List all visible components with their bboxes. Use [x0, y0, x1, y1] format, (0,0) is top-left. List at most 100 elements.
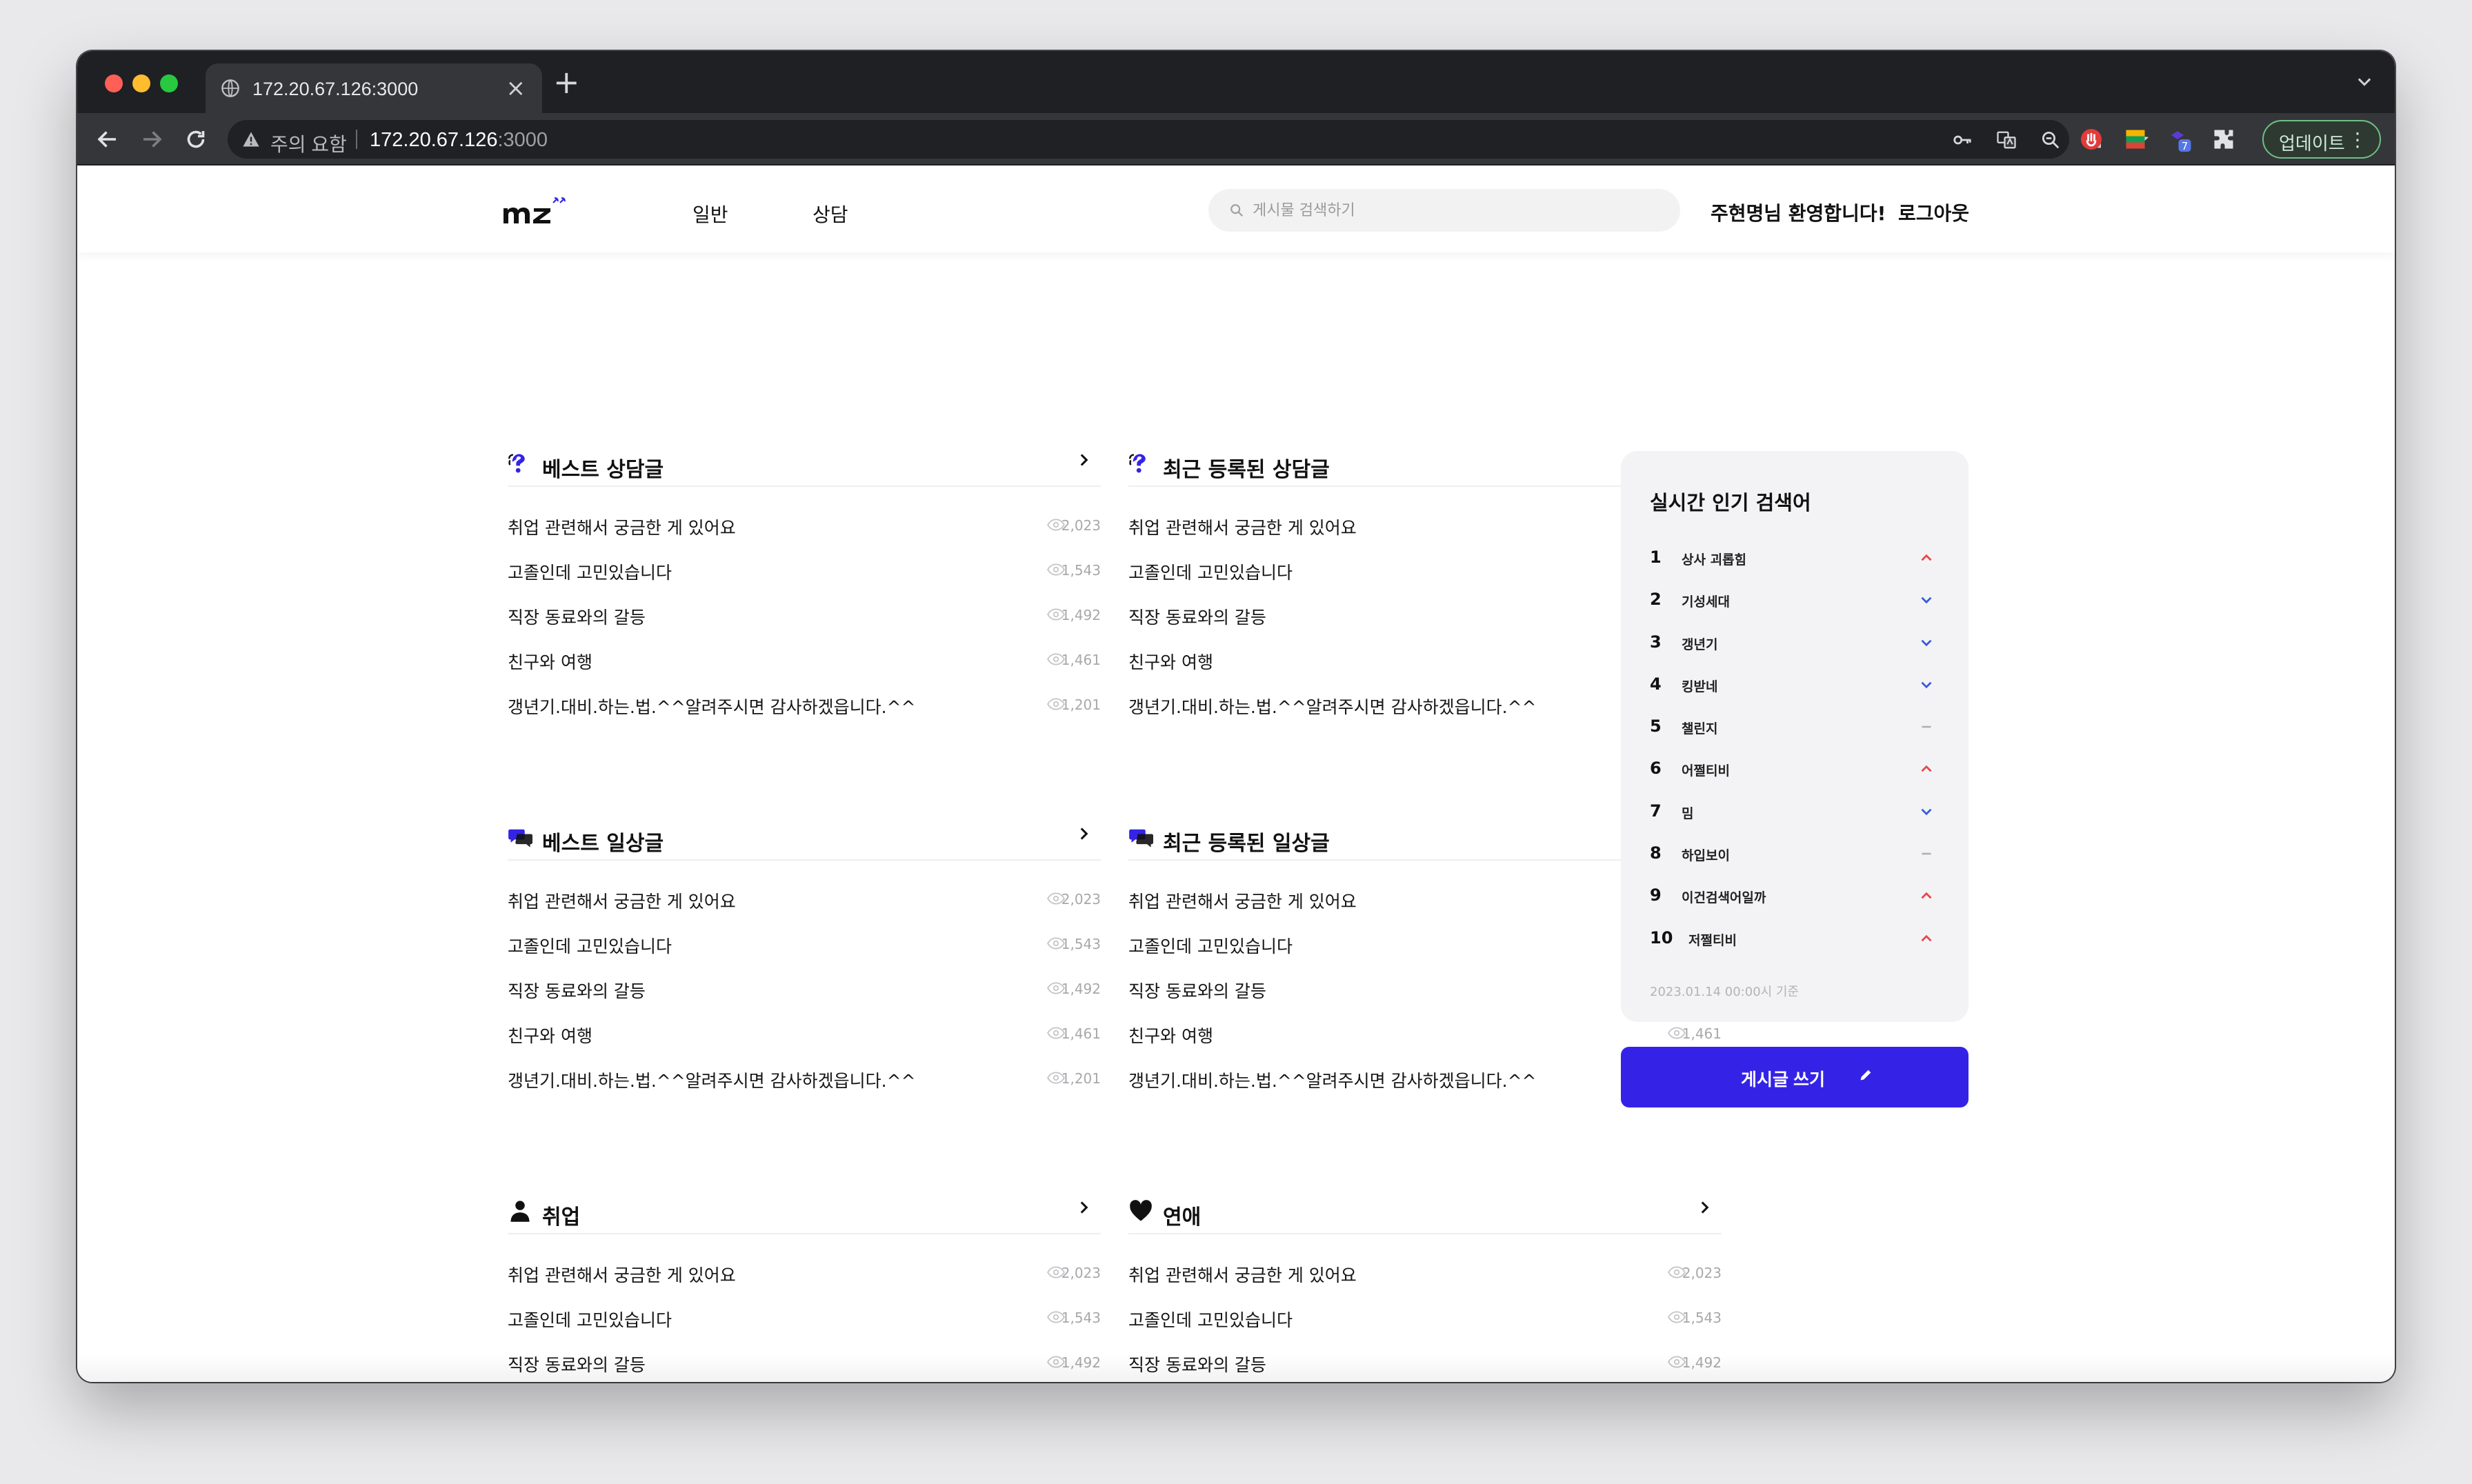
- post-item[interactable]: 취업 관련해서 궁금한 게 있어요 2,023: [508, 512, 1101, 556]
- mz-logo[interactable]: [501, 192, 570, 230]
- post-item[interactable]: 친구와 여행 1,461: [508, 646, 1101, 691]
- post-title[interactable]: 친구와 여행: [508, 649, 592, 674]
- post-item[interactable]: 고졸인데 고민있습니다 1,543: [508, 1304, 1101, 1349]
- reload-icon[interactable]: [183, 127, 208, 152]
- post-title[interactable]: 고졸인데 고민있습니다: [1128, 559, 1293, 584]
- trending-term[interactable]: 챌린지: [1682, 719, 1717, 737]
- translate-icon[interactable]: [1996, 130, 2017, 150]
- trending-term[interactable]: 이건검색어일까: [1682, 888, 1766, 906]
- trending-term[interactable]: 밈: [1682, 803, 1693, 822]
- update-button[interactable]: 업데이트 ⋮: [2262, 120, 2381, 159]
- chevron-right-icon[interactable]: [1075, 451, 1093, 469]
- zoom-icon[interactable]: [2040, 130, 2061, 150]
- address-bar[interactable]: 주의 요함 172.20.67.126:3000: [228, 120, 2149, 159]
- post-title[interactable]: 직장 동료와의 갈등: [508, 604, 646, 629]
- post-item[interactable]: 취업 관련해서 궁금한 게 있어요 2,023: [508, 885, 1101, 930]
- trending-term[interactable]: 저쩔티비: [1688, 930, 1737, 949]
- post-title[interactable]: 갱년기.대비.하는.법.^^알려주시면 감사하겠읍니다.^^: [1128, 694, 1536, 719]
- board-header[interactable]: 베스트 상담글: [508, 445, 1101, 487]
- trending-term[interactable]: 하입보이: [1682, 845, 1730, 864]
- post-item[interactable]: 직장 동료와의 갈등 1,492: [508, 601, 1101, 646]
- trending-item[interactable]: 5 챌린지: [1650, 707, 1942, 749]
- view-count: 1,492: [1061, 981, 1101, 997]
- divider: [356, 130, 357, 149]
- extensions-icon[interactable]: [2211, 127, 2236, 152]
- shield-extension-icon[interactable]: [2079, 127, 2104, 152]
- logout-link[interactable]: 로그아웃: [1898, 199, 1969, 226]
- trending-item[interactable]: 6 어쩔티비: [1650, 749, 1942, 791]
- search-input[interactable]: [1253, 199, 1659, 222]
- post-item[interactable]: 취업 관련해서 궁금한 게 있어요 2,023: [1128, 1259, 1722, 1304]
- post-title[interactable]: 친구와 여행: [1128, 1023, 1213, 1047]
- post-title[interactable]: 갱년기.대비.하는.법.^^알려주시면 감사하겠읍니다.^^: [1128, 1067, 1536, 1092]
- post-title[interactable]: 고졸인데 고민있습니다: [1128, 933, 1293, 958]
- trending-term[interactable]: 기성세대: [1682, 592, 1730, 610]
- trending-item[interactable]: 2 기성세대: [1650, 580, 1942, 622]
- post-title[interactable]: 직장 동료와의 갈등: [1128, 978, 1266, 1003]
- post-item[interactable]: 고졸인데 고민있습니다 1,543: [1128, 1304, 1722, 1349]
- post-title[interactable]: 취업 관련해서 궁금한 게 있어요: [1128, 888, 1357, 913]
- colorful-extension-icon[interactable]: [2123, 127, 2148, 152]
- chevron-down-icon[interactable]: [2355, 72, 2374, 91]
- trending-item[interactable]: 4 킹받네: [1650, 665, 1942, 707]
- trending-term[interactable]: 킹받네: [1682, 676, 1717, 695]
- post-title[interactable]: 고졸인데 고민있습니다: [1128, 1307, 1293, 1332]
- trending-term[interactable]: 어쩔티비: [1682, 761, 1730, 779]
- post-title[interactable]: 고졸인데 고민있습니다: [508, 1307, 672, 1332]
- post-list: 취업 관련해서 궁금한 게 있어요 2,023 고졸인데 고민있습니다 1,543 직장…: [508, 512, 1101, 736]
- key-icon[interactable]: [1952, 130, 1973, 150]
- post-title[interactable]: 취업 관련해서 궁금한 게 있어요: [508, 1262, 736, 1287]
- search-box[interactable]: [1208, 189, 1680, 232]
- post-item[interactable]: 고졸인데 고민있습니다 1,543: [508, 930, 1101, 975]
- trending-term[interactable]: 상사 괴롭힘: [1682, 550, 1746, 568]
- post-item[interactable]: 고졸인데 고민있습니다 1,543: [508, 556, 1101, 601]
- board-header[interactable]: 연애: [1128, 1193, 1722, 1234]
- nav-general[interactable]: 일반: [692, 200, 728, 228]
- security-warning[interactable]: 주의 요함: [270, 130, 347, 157]
- post-item[interactable]: 친구와 여행 1,461: [508, 1020, 1101, 1065]
- badge-extension-icon[interactable]: 7: [2167, 127, 2192, 152]
- trending-term[interactable]: 갱년기: [1682, 634, 1717, 653]
- trending-item[interactable]: 7밈: [1650, 792, 1942, 834]
- post-title[interactable]: 직장 동료와의 갈등: [508, 978, 646, 1003]
- new-tab-button[interactable]: +: [553, 66, 580, 98]
- post-item[interactable]: 취업 관련해서 궁금한 게 있어요 2,023: [508, 1259, 1101, 1304]
- post-title[interactable]: 직장 동료와의 갈등: [1128, 604, 1266, 629]
- browser-tab[interactable]: 172.20.67.126:3000 ×: [206, 63, 542, 113]
- maximize-window-button[interactable]: [160, 74, 178, 92]
- chevron-right-icon[interactable]: [1695, 1199, 1713, 1216]
- url-text[interactable]: 172.20.67.126:3000: [370, 129, 548, 152]
- write-post-button[interactable]: 게시글 쓰기: [1621, 1047, 1968, 1107]
- chat-icon: [1129, 829, 1153, 848]
- trending-item[interactable]: 10 저쩔티비: [1650, 919, 1942, 961]
- post-title[interactable]: 친구와 여행: [508, 1023, 592, 1047]
- post-title[interactable]: 취업 관련해서 궁금한 게 있어요: [1128, 1262, 1357, 1287]
- board-header[interactable]: 베스트 일상글: [508, 819, 1101, 861]
- post-title[interactable]: 친구와 여행: [1128, 649, 1213, 674]
- chevron-right-icon[interactable]: [1075, 825, 1093, 843]
- post-title[interactable]: 갱년기.대비.하는.법.^^알려주시면 감사하겠읍니다.^^: [508, 1067, 915, 1092]
- chevron-right-icon[interactable]: [1075, 1199, 1093, 1216]
- nav-counsel[interactable]: 상담: [813, 200, 848, 228]
- board-title: 취업: [542, 1205, 581, 1230]
- close-window-button[interactable]: [105, 74, 123, 92]
- trending-item[interactable]: 1 상사 괴롭힘: [1650, 538, 1942, 580]
- trending-item[interactable]: 9 이건검색어일까: [1650, 876, 1942, 918]
- post-title[interactable]: 고졸인데 고민있습니다: [508, 559, 672, 584]
- forward-icon[interactable]: [139, 127, 164, 152]
- more-icon[interactable]: ⋮: [2348, 128, 2367, 151]
- tab-close-icon[interactable]: ×: [506, 76, 526, 101]
- back-icon[interactable]: [95, 127, 120, 152]
- post-title[interactable]: 취업 관련해서 궁금한 게 있어요: [1128, 514, 1357, 539]
- post-title[interactable]: 취업 관련해서 궁금한 게 있어요: [508, 514, 736, 539]
- post-item[interactable]: 갱년기.대비.하는.법.^^알려주시면 감사하겠읍니다.^^ 1,201: [508, 1065, 1101, 1110]
- minimize-window-button[interactable]: [132, 74, 150, 92]
- trending-item[interactable]: 8 하입보이: [1650, 834, 1942, 876]
- post-item[interactable]: 갱년기.대비.하는.법.^^알려주시면 감사하겠읍니다.^^ 1,201: [508, 691, 1101, 736]
- board-header[interactable]: 취업: [508, 1193, 1101, 1234]
- post-title[interactable]: 고졸인데 고민있습니다: [508, 933, 672, 958]
- post-title[interactable]: 취업 관련해서 궁금한 게 있어요: [508, 888, 736, 913]
- trending-item[interactable]: 3 갱년기: [1650, 623, 1942, 665]
- post-title[interactable]: 갱년기.대비.하는.법.^^알려주시면 감사하겠읍니다.^^: [508, 694, 915, 719]
- post-item[interactable]: 직장 동료와의 갈등 1,492: [508, 975, 1101, 1020]
